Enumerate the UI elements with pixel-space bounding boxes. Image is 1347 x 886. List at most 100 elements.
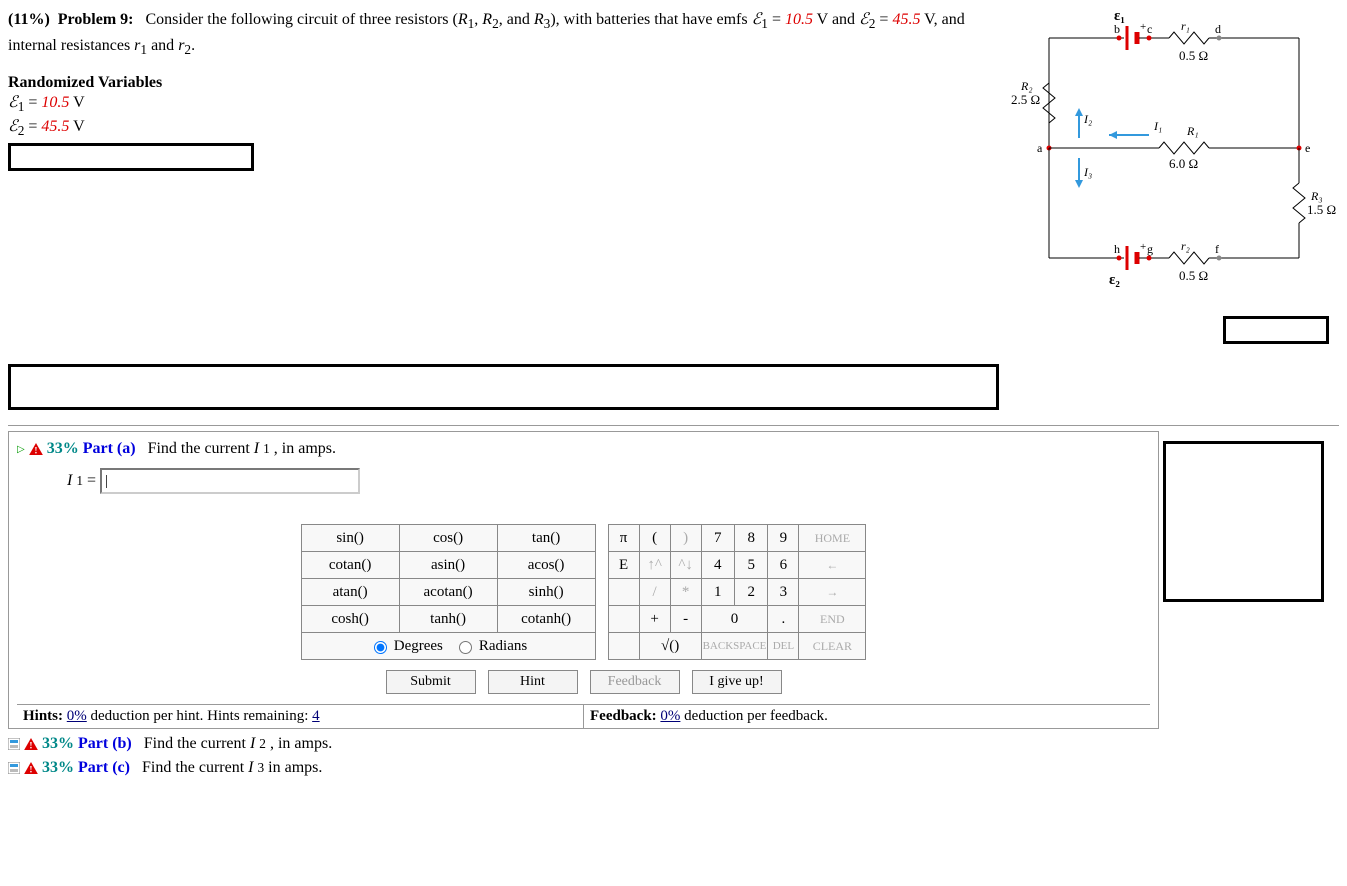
svg-text:b: b: [1114, 22, 1120, 36]
submit-button[interactable]: Submit: [386, 670, 476, 694]
calc-0[interactable]: 0: [701, 606, 768, 633]
function-pad: sin()cos()tan() cotan()asin()acos() atan…: [301, 524, 596, 660]
svg-text:6.0 Ω: 6.0 Ω: [1169, 156, 1198, 171]
calc-right[interactable]: →: [799, 579, 866, 606]
svg-text:R₁: R₁: [1186, 124, 1199, 138]
calc-e[interactable]: E: [608, 552, 639, 579]
hints-deduction-link[interactable]: 0%: [67, 708, 87, 724]
expand-icon[interactable]: ▷: [17, 444, 25, 455]
svg-text:I₃: I₃: [1083, 165, 1092, 179]
calc-6[interactable]: 6: [768, 552, 799, 579]
calc-atan[interactable]: atan(): [301, 579, 399, 606]
redacted-box: [8, 143, 254, 171]
calc-7[interactable]: 7: [701, 525, 734, 552]
calc-div[interactable]: /: [639, 579, 670, 606]
svg-text:R₂: R₂: [1020, 79, 1033, 93]
collapse-icon: [8, 738, 20, 750]
svg-text:e: e: [1305, 141, 1310, 155]
warning-icon: !: [24, 762, 38, 774]
calc-plus[interactable]: +: [639, 606, 670, 633]
warning-icon: !: [24, 738, 38, 750]
part-a: ▷ ! 33% Part (a) Find the current I1, in…: [8, 431, 1159, 729]
number-pad: π ( ) 7 8 9 HOME E ↑^ ^↓ 4 5 6 ← / *: [608, 524, 867, 660]
calc-pi[interactable]: π: [608, 525, 639, 552]
randomized-variables: Randomized Variables ℰ1 = 10.5 V ℰ2 = 45…: [8, 74, 989, 170]
svg-text:c: c: [1147, 22, 1152, 36]
calc-cosh[interactable]: cosh(): [301, 606, 399, 633]
calc-8[interactable]: 8: [734, 525, 767, 552]
answer-input[interactable]: [100, 468, 360, 494]
calc-sinh[interactable]: sinh(): [497, 579, 595, 606]
calc-minus[interactable]: -: [670, 606, 701, 633]
mode-radians[interactable]: Radians: [454, 638, 527, 654]
calc-4[interactable]: 4: [701, 552, 734, 579]
circuit-diagram: ε₁ + r₁ 0.5 Ω b c d R₂ 2.5 Ω a R₁ 6.0 Ω …: [1009, 8, 1339, 344]
svg-text:1.5 Ω: 1.5 Ω: [1307, 202, 1336, 217]
svg-text:0.5 Ω: 0.5 Ω: [1179, 268, 1208, 283]
collapse-icon: [8, 762, 20, 774]
calc-tanh[interactable]: tanh(): [399, 606, 497, 633]
svg-text:r₁: r₁: [1181, 19, 1190, 33]
calc-clear[interactable]: CLEAR: [799, 633, 866, 660]
svg-text:I₂: I₂: [1083, 112, 1092, 126]
calc-backspace[interactable]: BACKSPACE: [701, 633, 768, 660]
svg-text:h: h: [1114, 242, 1120, 256]
calc-rparen[interactable]: ): [670, 525, 701, 552]
feedback-button[interactable]: Feedback: [590, 670, 680, 694]
problem-percent: (11%): [8, 11, 50, 28]
calc-lparen[interactable]: (: [639, 525, 670, 552]
calc-asin[interactable]: asin(): [399, 552, 497, 579]
part-b[interactable]: ! 33% Part (b) Find the current I2, in a…: [8, 735, 1339, 753]
svg-text:2.5 Ω: 2.5 Ω: [1011, 92, 1040, 107]
giveup-button[interactable]: I give up!: [692, 670, 782, 694]
svg-text:I₁: I₁: [1153, 119, 1162, 133]
feedback-deduction-link[interactable]: 0%: [660, 708, 680, 724]
calc-2[interactable]: 2: [734, 579, 767, 606]
answer-row: I1 =: [67, 468, 1150, 494]
redacted-box-side: [1163, 441, 1324, 602]
svg-text:r₂: r₂: [1181, 239, 1190, 253]
calc-home[interactable]: HOME: [799, 525, 866, 552]
calc-del[interactable]: DEL: [768, 633, 799, 660]
calc-pow-down[interactable]: ^↓: [670, 552, 701, 579]
hint-button[interactable]: Hint: [488, 670, 578, 694]
mode-degrees[interactable]: Degrees: [369, 638, 443, 654]
calc-pow-up[interactable]: ↑^: [639, 552, 670, 579]
calc-blank3: [608, 633, 639, 660]
calc-dot[interactable]: .: [768, 606, 799, 633]
redacted-box-right: [1223, 316, 1329, 344]
problem-number: Problem 9:: [58, 11, 134, 28]
svg-text:d: d: [1215, 22, 1221, 36]
svg-text:0.5 Ω: 0.5 Ω: [1179, 48, 1208, 63]
calc-end[interactable]: END: [799, 606, 866, 633]
svg-text:!: !: [29, 741, 32, 750]
hints-remaining-link[interactable]: 4: [312, 708, 320, 724]
svg-text:R₃: R₃: [1310, 189, 1323, 203]
calc-acos[interactable]: acos(): [497, 552, 595, 579]
svg-text:!: !: [34, 446, 37, 455]
hints-info: Hints: 0% deduction per hint. Hints rema…: [17, 705, 584, 728]
calc-cotan[interactable]: cotan(): [301, 552, 399, 579]
calc-mul[interactable]: *: [670, 579, 701, 606]
part-c[interactable]: ! 33% Part (c) Find the current I3 in am…: [8, 759, 1339, 777]
svg-text:f: f: [1215, 242, 1219, 256]
calc-5[interactable]: 5: [734, 552, 767, 579]
redacted-box-wide: [8, 364, 999, 410]
calc-3[interactable]: 3: [768, 579, 799, 606]
calc-9[interactable]: 9: [768, 525, 799, 552]
warning-icon: !: [29, 443, 43, 455]
calculator-pad: sin()cos()tan() cotan()asin()acos() atan…: [17, 524, 1150, 660]
svg-text:a: a: [1037, 141, 1043, 155]
svg-text:+: +: [1140, 21, 1146, 33]
problem-statement: (11%) Problem 9: Consider the following …: [8, 8, 1009, 171]
calc-tan[interactable]: tan(): [497, 525, 595, 552]
calc-blank2: [608, 606, 639, 633]
calc-acotan[interactable]: acotan(): [399, 579, 497, 606]
calc-cos[interactable]: cos(): [399, 525, 497, 552]
calc-left[interactable]: ←: [799, 552, 866, 579]
svg-text:+: +: [1140, 241, 1146, 253]
calc-sin[interactable]: sin(): [301, 525, 399, 552]
calc-sqrt[interactable]: √(): [639, 633, 701, 660]
calc-1[interactable]: 1: [701, 579, 734, 606]
calc-cotanh[interactable]: cotanh(): [497, 606, 595, 633]
